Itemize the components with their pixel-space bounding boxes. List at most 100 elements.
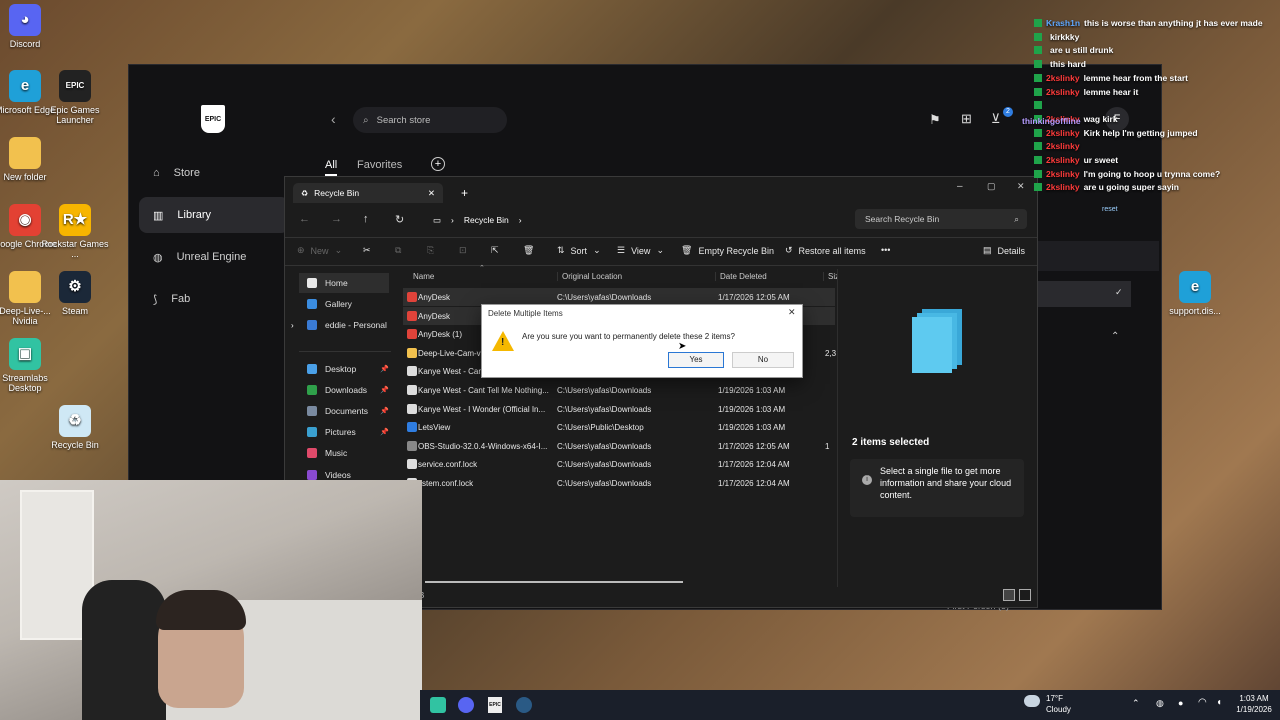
sidebar-item-fab[interactable]: ⟆ Fab xyxy=(139,281,289,317)
desktop-icon-7[interactable]: ⚙ Steam xyxy=(40,271,110,316)
file-row[interactable]: LetsView C:\Users\Public\Desktop 1/19/2026… xyxy=(403,418,835,436)
epic-logo[interactable]: EPIC xyxy=(201,105,225,133)
sidebar-item-library[interactable]: ▥ Library xyxy=(139,197,289,233)
taskbar-steam-icon[interactable] xyxy=(516,697,532,713)
nav-item-label: Desktop xyxy=(325,364,357,374)
nav-item-eddie-personal[interactable]: eddie - Personal xyxy=(299,315,389,335)
empty-recycle-bin-button[interactable]: 🗑 Empty Recycle Bin xyxy=(681,245,774,256)
nav-item-desktop[interactable]: Desktop 📌 xyxy=(299,359,389,379)
taskbar-discord-icon[interactable] xyxy=(458,697,474,713)
close-window-icon[interactable]: ✕ xyxy=(1017,181,1025,192)
view-button[interactable]: ☰ View ⌄ xyxy=(617,245,664,256)
download-icon xyxy=(307,385,317,395)
clock-time[interactable]: 1:03 AM xyxy=(1230,694,1278,703)
chat-username: 2kslinky xyxy=(1046,168,1080,179)
explorer-tab[interactable]: ♻ Recycle Bin ✕ xyxy=(293,183,443,203)
chat-message: 2kslinky Kirk help I'm getting jumped xyxy=(1034,128,1198,141)
nav-item-gallery[interactable]: Gallery xyxy=(299,294,389,314)
desktop-icon-0[interactable]: ◕ Discord xyxy=(0,4,60,49)
view-label: View xyxy=(631,245,651,256)
rename-icon[interactable]: ⊡ xyxy=(459,245,467,256)
details-icon: ▤ xyxy=(983,245,992,255)
taskbar-streamlabs-icon[interactable] xyxy=(430,697,446,713)
search-store-input[interactable]: ⌕ Search store xyxy=(353,107,507,133)
copy-icon[interactable]: ⧉ xyxy=(395,245,401,256)
recycle-bin-icon: ♻ xyxy=(59,405,91,437)
add-collection-icon[interactable]: + xyxy=(431,157,445,171)
nav-item-pictures[interactable]: Pictures 📌 xyxy=(299,422,389,442)
share-icon[interactable]: ⇱ xyxy=(491,245,499,256)
dialog-close-icon[interactable]: ✕ xyxy=(788,307,796,318)
minimize-icon[interactable]: – xyxy=(957,181,963,192)
delete-confirmation-dialog: Delete Multiple Items ✕ ! Are you sure y… xyxy=(481,304,803,378)
column-header-date[interactable]: Date Deleted xyxy=(715,272,767,281)
search-recycle-bin-input[interactable]: Search Recycle Bin ⌕ xyxy=(855,209,1027,229)
horizontal-scrollbar[interactable] xyxy=(425,581,683,583)
file-row[interactable]: ystem.conf.lock C:\Users\yafas\Downloads 1… xyxy=(403,474,835,492)
clock-date[interactable]: 1/19/2026 xyxy=(1230,705,1278,714)
yes-button[interactable]: Yes xyxy=(668,352,724,368)
details-button[interactable]: ▤ Details xyxy=(983,245,1025,256)
desktop-icon-2[interactable]: EPIC Epic Games Launcher xyxy=(40,70,110,125)
delete-icon[interactable]: 🗑 xyxy=(523,245,534,256)
wifi-icon[interactable]: ◠ xyxy=(1198,697,1207,708)
taskbar-epic-icon[interactable]: EPIC xyxy=(488,697,502,713)
gift-icon[interactable]: ⊞ xyxy=(961,111,972,127)
nav-expand-chevron-icon[interactable]: › xyxy=(291,321,294,330)
sort-button[interactable]: ⇅ Sort ⌄ xyxy=(557,245,601,256)
breadcrumb[interactable]: ▭ › Recycle Bin › xyxy=(425,210,845,230)
column-header-name[interactable]: Name xyxy=(413,272,434,281)
nav-item-music[interactable]: Music xyxy=(299,443,389,463)
maximize-icon[interactable]: ▢ xyxy=(987,181,996,192)
nav-item-home[interactable]: Home xyxy=(299,273,389,293)
bookmark-icon[interactable]: ⚑ xyxy=(929,112,941,128)
folder-icon xyxy=(9,137,41,169)
tab-all[interactable]: All xyxy=(325,159,338,176)
file-row[interactable]: Kanye West - I Wonder (Official In... C:\… xyxy=(403,400,835,418)
sidebar-item-store[interactable]: ⌂ Store xyxy=(139,155,289,191)
desktop-icon-label: Epic Games Launcher xyxy=(50,105,100,125)
chat-message: this hard xyxy=(1034,59,1086,72)
more-options-icon[interactable]: ••• xyxy=(881,245,890,255)
paste-icon[interactable]: ⎘ xyxy=(427,245,434,256)
desktop-icon-label: Rockstar Games ... xyxy=(41,239,109,259)
nav-item-downloads[interactable]: Downloads 📌 xyxy=(299,380,389,400)
desktop-icon-9[interactable]: ♻ Recycle Bin xyxy=(40,405,110,450)
chevron-up-icon[interactable]: ⌃ xyxy=(1111,331,1119,342)
refresh-icon[interactable]: ↻ xyxy=(395,213,404,226)
chat-badge-icon xyxy=(1034,87,1042,96)
up-icon[interactable]: ↑ xyxy=(363,213,369,225)
tab-favorites[interactable]: Favorites xyxy=(357,159,402,171)
restore-all-button[interactable]: ↺ Restore all items xyxy=(785,245,866,256)
edge-icon: e xyxy=(1179,271,1211,303)
desktop-icon-8[interactable]: ▣ Streamlabs Desktop xyxy=(0,338,60,393)
sidebar-item-unreal-engine[interactable]: ◍ Unreal Engine xyxy=(139,239,289,275)
desktop-icon-10[interactable]: e support.dis... xyxy=(1160,271,1230,316)
file-date: 1/19/2026 1:03 AM xyxy=(718,404,786,414)
back-icon[interactable]: ← xyxy=(299,213,310,225)
file-row[interactable]: Kanye West - Cant Tell Me Nothing... C:\U… xyxy=(403,381,835,399)
edge-tray-icon[interactable]: ◍ xyxy=(1156,698,1164,709)
nav-item-documents[interactable]: Documents 📌 xyxy=(299,401,389,421)
volume-icon[interactable]: ◖ xyxy=(1216,697,1222,708)
close-tab-icon[interactable]: ✕ xyxy=(428,188,435,199)
no-button[interactable]: No xyxy=(732,352,794,368)
file-row[interactable]: OBS-Studio-32.0.4-Windows-x64-I... C:\Use… xyxy=(403,437,835,455)
microphone-icon[interactable]: ● xyxy=(1178,698,1183,708)
column-header-location[interactable]: Original Location xyxy=(557,272,622,281)
back-arrow-icon[interactable]: ‹ xyxy=(331,111,336,127)
chat-text: I'm going to hoop u trynna come? xyxy=(1083,168,1221,179)
desktop-icon-3[interactable]: New folder xyxy=(0,137,60,182)
file-row[interactable]: service.conf.lock C:\Users\yafas\Download… xyxy=(403,455,835,473)
cut-icon[interactable]: ✂ xyxy=(363,245,371,256)
cart-icon[interactable]: ⊻ xyxy=(991,111,1001,127)
forward-icon[interactable]: → xyxy=(331,213,342,225)
details-view-icon[interactable] xyxy=(1003,589,1015,601)
new-tab-icon[interactable]: + xyxy=(461,186,468,200)
desktop-icon-5[interactable]: R★ Rockstar Games ... xyxy=(40,204,110,259)
tray-chevron-icon[interactable]: ⌃ xyxy=(1132,698,1140,709)
tiles-view-icon[interactable] xyxy=(1019,589,1031,601)
files-stack-icon xyxy=(912,309,964,373)
nav-item-label: eddie - Personal xyxy=(325,320,387,330)
new-button[interactable]: ⊕ New ⌄ xyxy=(297,245,342,256)
